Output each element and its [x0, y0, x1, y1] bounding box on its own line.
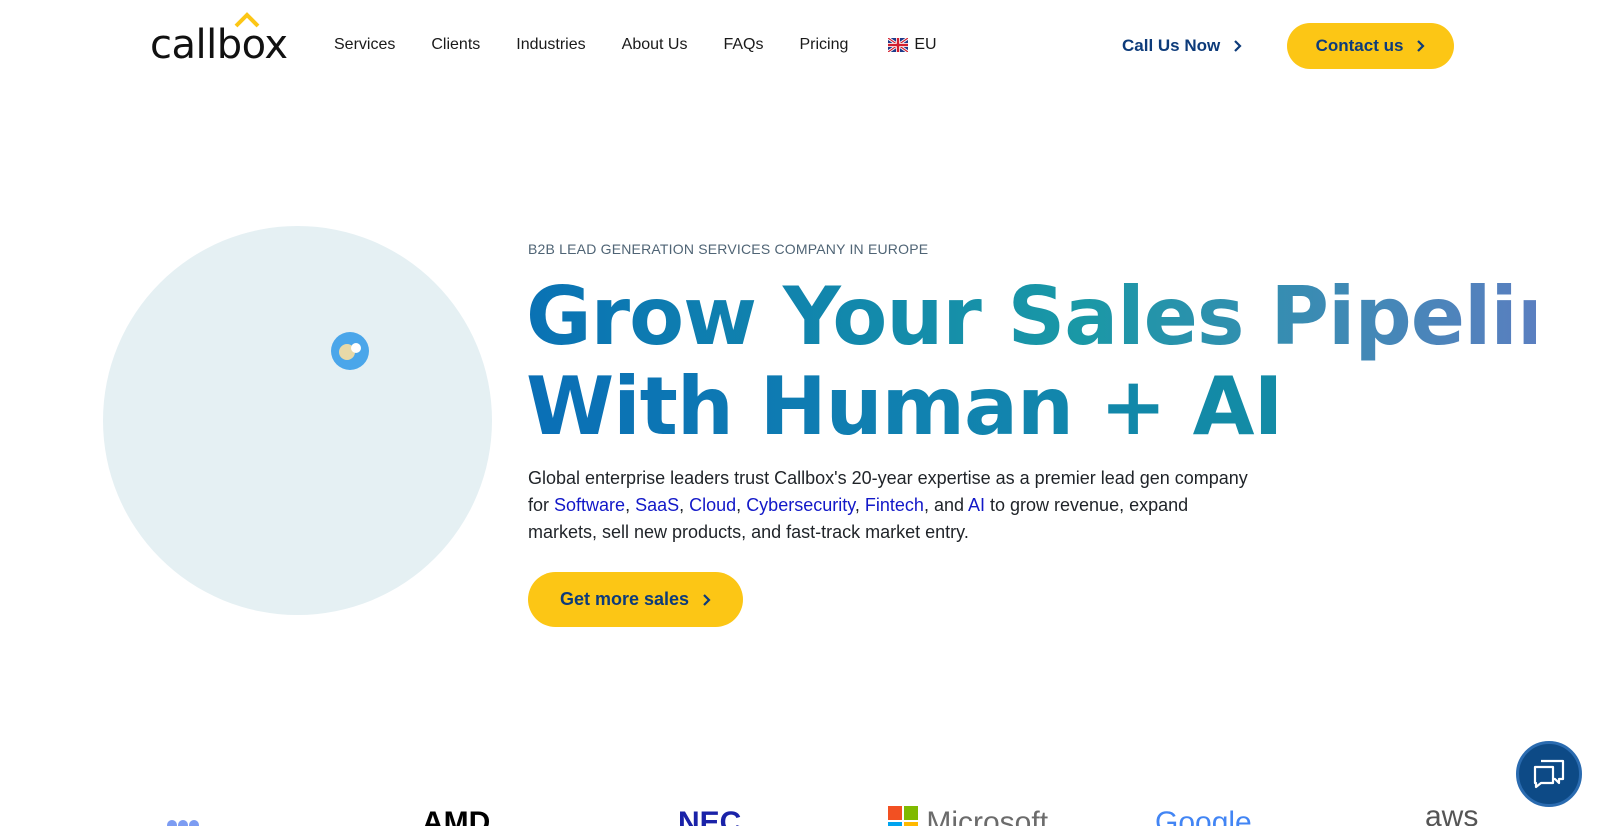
dots-logo-icon [167, 820, 199, 826]
nav-industries[interactable]: Industries [516, 36, 585, 54]
chat-widget-button[interactable] [1516, 741, 1582, 807]
desc-and: , and [923, 495, 968, 515]
link-fintech[interactable]: Fintech [865, 495, 924, 515]
client-logo-dots [166, 806, 200, 826]
link-cybersecurity[interactable]: Cybersecurity [746, 495, 855, 515]
client-logos-strip: AMD NEC Microsoft Google aws [0, 800, 1600, 826]
contact-us-label: Contact us [1315, 36, 1404, 55]
nav-clients[interactable]: Clients [431, 36, 480, 54]
hero-headline: Grow Your Sales Pipeline With Human + AI [526, 270, 1600, 452]
headline-line-1: Grow Your Sales Pipeline [526, 270, 1600, 363]
get-more-sales-label: Get more sales [559, 589, 690, 609]
nav-services[interactable]: Services [334, 36, 395, 54]
region-selector[interactable]: EU [888, 36, 937, 54]
chevron-right-icon [1234, 40, 1242, 52]
hero-eyebrow: B2B LEAD GENERATION SERVICES COMPANY IN … [528, 241, 929, 257]
link-cloud[interactable]: Cloud [689, 495, 736, 515]
hero-description: Global enterprise leaders trust Callbox'… [528, 468, 1248, 542]
region-label: EU [914, 36, 937, 53]
hero-illustration-circle [103, 226, 492, 615]
desc-text-2: to grow revenue, expand markets, sell ne… [528, 495, 1189, 542]
chevron-right-icon [703, 593, 711, 606]
get-more-sales-button[interactable]: Get more sales [528, 572, 743, 627]
nav-faqs[interactable]: FAQs [723, 36, 763, 54]
chevron-right-icon [1417, 40, 1425, 52]
logo-wordmark: callbox [150, 22, 288, 68]
contact-us-button[interactable]: Contact us [1287, 23, 1454, 69]
link-software[interactable]: Software [554, 495, 625, 515]
headline-line-2: With Human + AI [526, 362, 1536, 452]
main-nav: Services Clients Industries About Us FAQ… [334, 36, 937, 54]
call-us-now-label: Call Us Now [1122, 36, 1221, 55]
link-saas[interactable]: SaaS [635, 495, 679, 515]
uk-flag-icon [888, 38, 909, 52]
client-logo-google: Google [1155, 806, 1252, 826]
coin-icon [339, 343, 361, 360]
link-ai[interactable]: AI [968, 495, 985, 515]
hero-illustration-avatar [331, 332, 369, 370]
client-logo-microsoft: Microsoft [888, 806, 1048, 826]
call-us-now-link[interactable]: Call Us Now [1122, 36, 1242, 56]
callbox-logo[interactable]: callbox [150, 12, 288, 68]
microsoft-wordmark: Microsoft [926, 806, 1049, 826]
nav-about-us[interactable]: About Us [622, 36, 688, 54]
client-logo-aws: aws [1425, 800, 1479, 826]
nav-pricing[interactable]: Pricing [799, 36, 848, 54]
chat-bubbles-icon [1533, 759, 1565, 789]
microsoft-squares-icon [888, 806, 918, 826]
client-logo-amd: AMD [422, 806, 491, 826]
site-header: callbox Services Clients Industries Abou… [0, 0, 1600, 92]
client-logo-nec: NEC [678, 806, 742, 826]
